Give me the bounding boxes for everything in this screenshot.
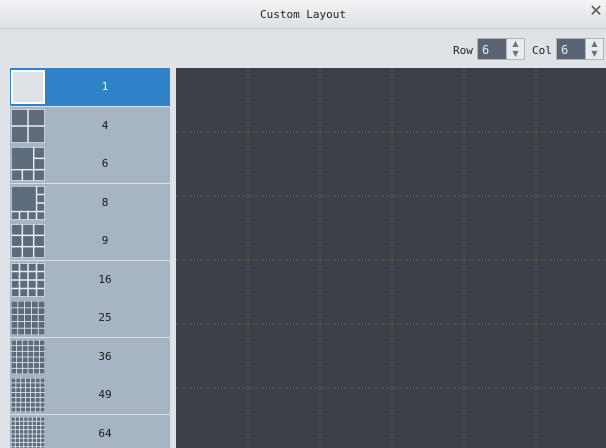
- layout-16-thumbnail-icon: [11, 262, 45, 297]
- layout-count-label: 8: [101, 195, 109, 209]
- layout-list: 1 4 6 8 9 16 25 36 49 64: [0, 68, 170, 448]
- layout-count-label: 36: [98, 349, 112, 363]
- col-spinbox[interactable]: 6 ▲ ▼: [556, 38, 604, 60]
- row-up-arrow-icon[interactable]: ▲: [507, 39, 524, 49]
- col-down-arrow-icon[interactable]: ▼: [586, 49, 603, 59]
- row-value[interactable]: 6: [477, 38, 507, 60]
- title-bar: Custom Layout ✕: [0, 0, 606, 29]
- layout-item-25[interactable]: 25: [10, 299, 170, 337]
- layout-25-thumbnail-icon: [11, 301, 45, 335]
- row-stepper[interactable]: ▲ ▼: [507, 38, 525, 60]
- row-down-arrow-icon[interactable]: ▼: [507, 49, 524, 59]
- col-up-arrow-icon[interactable]: ▲: [586, 39, 603, 49]
- layout-item-64[interactable]: 64: [10, 414, 170, 448]
- col-value[interactable]: 6: [556, 38, 586, 60]
- layout-count-label: 1: [101, 80, 109, 93]
- layout-item-6[interactable]: 6: [10, 145, 170, 183]
- layout-count-label: 6: [101, 157, 109, 170]
- layout-36-thumbnail-icon: [11, 339, 45, 374]
- layout-count-label: 9: [101, 234, 109, 247]
- layout-49-thumbnail-icon: [11, 378, 45, 412]
- row-spinbox[interactable]: 6 ▲ ▼: [477, 38, 525, 60]
- layout-64-thumbnail-icon: [11, 416, 45, 448]
- layout-count-label: 49: [98, 388, 112, 401]
- close-icon[interactable]: ✕: [588, 3, 604, 19]
- layout-count-label: 64: [98, 426, 112, 440]
- toolbar: Row 6 ▲ ▼ Col 6 ▲ ▼: [0, 30, 606, 68]
- col-label: Col: [532, 44, 552, 57]
- layout-item-8[interactable]: 8: [10, 183, 170, 222]
- col-stepper[interactable]: ▲ ▼: [586, 38, 604, 60]
- row-label: Row: [453, 44, 473, 57]
- layout-6-thumbnail-icon: [11, 147, 45, 181]
- layout-8-thumbnail-icon: [11, 185, 45, 220]
- layout-count-label: 25: [98, 311, 112, 324]
- layout-grid: [176, 68, 606, 448]
- window-title: Custom Layout: [259, 8, 347, 21]
- layout-item-36[interactable]: 36: [10, 337, 170, 376]
- layout-item-4[interactable]: 4: [10, 106, 170, 145]
- layout-1-thumbnail-icon: [11, 70, 45, 104]
- layout-4-thumbnail-icon: [11, 108, 45, 143]
- layout-item-49[interactable]: 49: [10, 376, 170, 414]
- layout-item-9[interactable]: 9: [10, 222, 170, 260]
- layout-9-thumbnail-icon: [11, 224, 45, 258]
- layout-count-label: 16: [98, 272, 112, 286]
- layout-item-1[interactable]: 1: [10, 68, 170, 106]
- layout-item-16[interactable]: 16: [10, 260, 170, 299]
- layout-count-label: 4: [101, 118, 109, 132]
- layout-canvas[interactable]: [176, 68, 606, 448]
